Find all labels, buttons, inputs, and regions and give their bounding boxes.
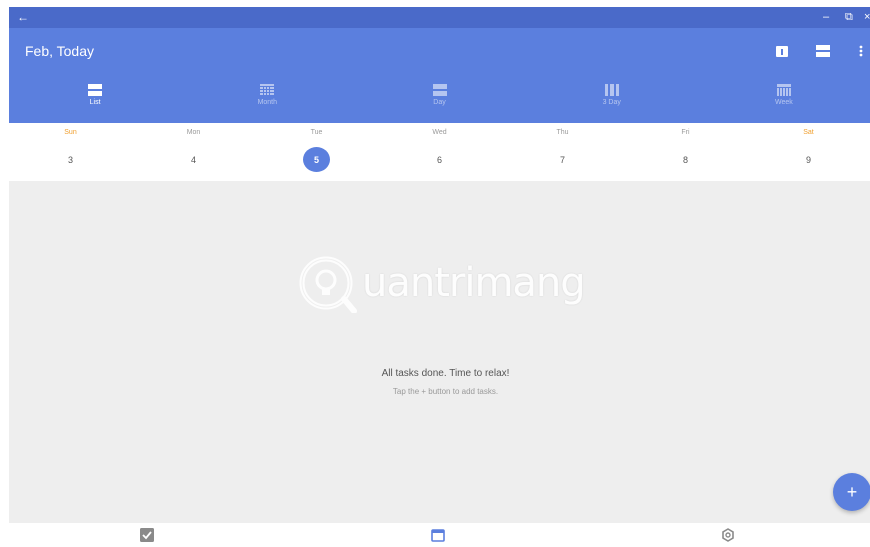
- watermark-text: uantrimang: [362, 260, 586, 306]
- window-titlebar: ← – ⧉ ×: [9, 7, 870, 28]
- add-task-button[interactable]: +: [833, 473, 870, 511]
- day-number-today[interactable]: 5: [303, 147, 330, 172]
- app-window: ← – ⧉ × Feb, Today List Month Day 3 Day …: [9, 7, 870, 547]
- day-name: Fri: [681, 129, 690, 136]
- app-bar: Feb, Today List Month Day 3 Day Week: [9, 28, 870, 123]
- watermark-logo: uantrimang: [296, 249, 596, 319]
- week-icon: [776, 84, 791, 96]
- day-name: Thu: [556, 129, 569, 136]
- day-name: Mon: [186, 129, 201, 136]
- tab-label: List: [89, 99, 101, 106]
- bottom-navigation: [9, 523, 870, 547]
- day-sat[interactable]: Sat 9: [747, 123, 870, 181]
- restore-button[interactable]: ⧉: [845, 9, 853, 25]
- day-fri[interactable]: Fri 8: [624, 123, 747, 181]
- day-sun[interactable]: Sun 3: [9, 123, 132, 181]
- empty-state-title: All tasks done. Time to relax!: [381, 368, 510, 379]
- task-list-area: uantrimang All tasks done. Time to relax…: [9, 181, 870, 523]
- view-toggle-icon[interactable]: [812, 40, 834, 62]
- day-wed[interactable]: Wed 6: [378, 123, 501, 181]
- close-button[interactable]: ×: [864, 9, 870, 25]
- day-mon[interactable]: Mon 4: [132, 123, 255, 181]
- view-tabs: List Month Day 3 Day Week: [9, 78, 870, 123]
- tasks-checkbox-icon[interactable]: [138, 526, 156, 544]
- minimize-button[interactable]: –: [823, 9, 829, 25]
- settings-icon[interactable]: [719, 526, 737, 544]
- day-number[interactable]: 4: [180, 147, 207, 172]
- tab-label: 3 Day: [602, 99, 621, 106]
- back-arrow-icon[interactable]: ←: [17, 9, 29, 25]
- day-number[interactable]: 9: [795, 147, 822, 172]
- more-vert-icon[interactable]: [850, 40, 870, 62]
- day-number[interactable]: 6: [426, 147, 453, 172]
- tab-label: Month: [257, 99, 278, 106]
- day-name: Sat: [803, 129, 814, 136]
- tab-day[interactable]: Day: [353, 78, 525, 123]
- day-number[interactable]: 3: [57, 147, 84, 172]
- tab-week[interactable]: Week: [698, 78, 870, 123]
- list-icon: [88, 84, 103, 96]
- day-name: Wed: [432, 129, 447, 136]
- tab-label: Week: [775, 99, 793, 106]
- day-icon: [432, 84, 447, 96]
- day-tue[interactable]: Tue 5: [255, 123, 378, 181]
- calendar-icon[interactable]: [429, 526, 447, 544]
- day-number[interactable]: 7: [549, 147, 576, 172]
- day-name: Sun: [64, 129, 77, 136]
- day-name: Tue: [310, 129, 323, 136]
- tab-3-day[interactable]: 3 Day: [526, 78, 698, 123]
- empty-state-subtitle: Tap the + button to add tasks.: [392, 387, 499, 396]
- lightbulb-logo-icon: [299, 256, 357, 313]
- month-icon: [260, 84, 275, 95]
- day-thu[interactable]: Thu 7: [501, 123, 624, 181]
- tab-label: Day: [433, 99, 446, 106]
- page-title: Feb, Today: [25, 43, 95, 59]
- three-day-icon: [604, 84, 619, 96]
- tab-list[interactable]: List: [9, 78, 181, 123]
- day-number[interactable]: 8: [672, 147, 699, 172]
- tab-month[interactable]: Month: [181, 78, 353, 123]
- calendar-today-icon[interactable]: [771, 40, 793, 62]
- week-strip: Sun 3 Mon 4 Tue 5 Wed 6 Thu 7 Fri 8 Sat …: [9, 123, 870, 181]
